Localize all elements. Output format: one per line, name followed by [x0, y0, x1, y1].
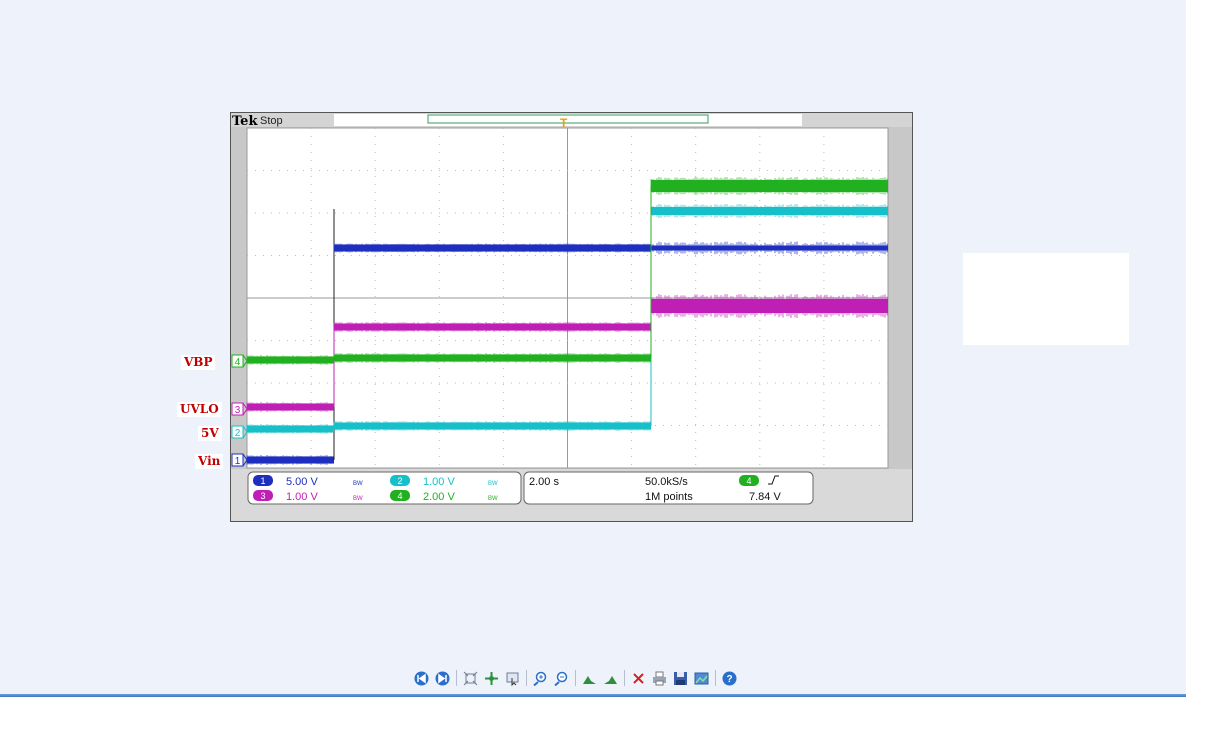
trigger-channel: 4: [746, 476, 751, 486]
toolbar-separator: [575, 670, 576, 686]
oscilloscope-screenshot: Tek Stop T 4321 1 5.00 V BW 2 1.00 V BW: [230, 112, 913, 522]
zoom-out-icon[interactable]: [553, 670, 570, 687]
toolbar-separator: [624, 670, 625, 686]
acquisition-status: Stop: [260, 115, 283, 127]
next-page-icon[interactable]: [434, 670, 451, 687]
channel-4-id: 4: [397, 491, 402, 501]
channel-2-scale: 1.00 V: [423, 476, 455, 488]
select-icon[interactable]: [504, 670, 521, 687]
channel-1-scale: 5.00 V: [286, 476, 318, 488]
viewer-bottom-border: [0, 694, 1186, 697]
pan-icon[interactable]: [483, 670, 500, 687]
label-uvlo: UVLO: [177, 402, 222, 417]
svg-text:?: ?: [726, 674, 732, 685]
toolbar-separator: [526, 670, 527, 686]
viewer-toolbar: ?: [411, 668, 740, 688]
channel-marker: 1: [235, 456, 241, 467]
label-vbp: VBP: [181, 355, 216, 370]
bandwidth-limit-icon: BW: [353, 496, 363, 502]
label-vin: Vin: [195, 454, 224, 469]
rotate-left-icon[interactable]: [581, 670, 598, 687]
bandwidth-limit-icon: BW: [488, 481, 498, 487]
sample-rate-readout: 50.0kS/s: [645, 476, 688, 488]
channel-3-scale: 1.00 V: [286, 491, 318, 503]
label-5v: 5V: [198, 426, 222, 441]
export-icon[interactable]: [693, 670, 710, 687]
channel-marker: 2: [235, 428, 241, 439]
timebase-readout: 2.00 s: [529, 476, 559, 488]
zoom-in-icon[interactable]: [532, 670, 549, 687]
save-icon[interactable]: [672, 670, 689, 687]
toolbar-separator: [715, 670, 716, 686]
blank-region: [963, 253, 1129, 345]
channel-1-id: 1: [260, 476, 265, 486]
toolbar-separator: [456, 670, 457, 686]
delete-icon[interactable]: [630, 670, 647, 687]
record-length-readout: 1M points: [645, 491, 693, 503]
channel-marker: 3: [235, 405, 241, 416]
channel-2-id: 2: [397, 476, 402, 486]
brand-logo: Tek: [232, 114, 258, 129]
rotate-right-icon[interactable]: [602, 670, 619, 687]
fit-page-icon[interactable]: [462, 670, 479, 687]
channel-3-id: 3: [260, 491, 265, 501]
first-page-icon[interactable]: [413, 670, 430, 687]
trigger-level: 7.84 V: [749, 491, 781, 503]
bandwidth-limit-icon: BW: [488, 496, 498, 502]
channel-marker: 4: [235, 357, 241, 368]
bandwidth-limit-icon: BW: [353, 481, 363, 487]
channel-4-scale: 2.00 V: [423, 491, 455, 503]
help-icon[interactable]: ?: [721, 670, 738, 687]
print-icon[interactable]: [651, 670, 668, 687]
